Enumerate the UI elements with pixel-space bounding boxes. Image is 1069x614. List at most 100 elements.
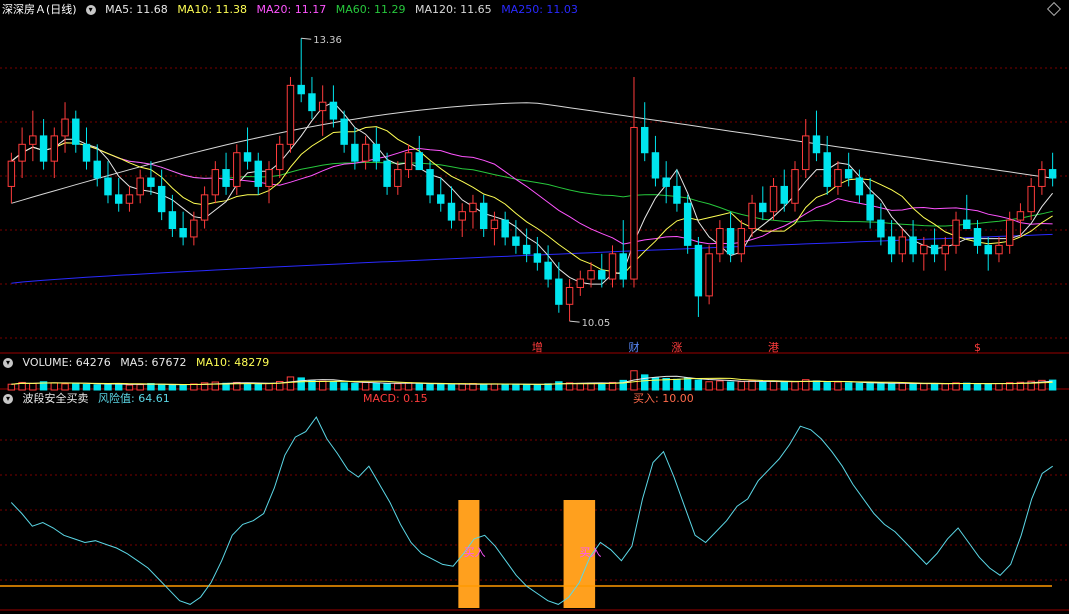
volume-bar — [286, 376, 295, 391]
candle-body — [211, 169, 220, 196]
candle-body — [39, 135, 48, 162]
candle-body — [372, 143, 381, 162]
volume-bar — [866, 382, 874, 391]
candle-body — [952, 219, 960, 246]
risk-value-line — [10, 416, 1053, 605]
volume-bar — [973, 383, 982, 391]
candle-body — [50, 135, 59, 162]
candle-body — [383, 160, 391, 187]
candle-body — [640, 126, 649, 154]
candle-body — [544, 261, 552, 280]
candle-body — [179, 228, 187, 238]
volume-bar — [254, 383, 262, 391]
volume-bar — [898, 382, 907, 391]
candle-body — [125, 194, 134, 204]
candle-body — [512, 236, 520, 246]
candle-body — [608, 253, 617, 280]
candle-body — [619, 253, 627, 280]
volume-bar — [673, 378, 681, 391]
candle-body — [920, 244, 928, 255]
volume-bar — [576, 382, 585, 391]
candle-body — [114, 194, 123, 204]
candle-body — [72, 118, 80, 145]
candle-body — [136, 177, 144, 196]
volume-bar — [694, 379, 703, 391]
volume-bar — [72, 382, 80, 391]
volume-bar — [82, 384, 91, 391]
candle-body — [265, 169, 273, 187]
candle-body — [866, 194, 874, 221]
event-label: 财 — [628, 340, 639, 354]
candle-body — [941, 244, 950, 255]
candle-body — [791, 169, 799, 204]
candle-body — [823, 152, 831, 187]
candle-body — [276, 143, 284, 171]
candle-body — [351, 143, 359, 162]
volume-bar — [265, 383, 273, 391]
event-label: 涨 — [671, 341, 682, 354]
candle-body — [297, 84, 305, 95]
buy-signal-label: 买入 — [464, 546, 486, 559]
volume-bar — [984, 383, 992, 391]
candle-body — [973, 228, 982, 246]
volume-bar — [179, 384, 187, 391]
volume-bar — [780, 381, 788, 391]
candle-body — [587, 270, 595, 280]
candle-body — [855, 177, 864, 196]
candle-body — [887, 236, 896, 255]
volume-bar — [522, 383, 531, 391]
low-price-label: 10.05 — [582, 318, 611, 329]
candle-body — [1038, 169, 1046, 187]
candle-body — [705, 253, 713, 297]
candle-body — [243, 152, 252, 162]
volume-bar — [887, 382, 896, 391]
volume-bar — [415, 382, 424, 391]
volume-bar — [769, 380, 778, 391]
candle-body — [877, 219, 885, 238]
candle-body — [834, 169, 842, 187]
candle-body — [726, 228, 735, 255]
candle-body — [404, 152, 413, 171]
candle-body — [769, 185, 778, 213]
volume-bar — [61, 383, 69, 391]
candle-body — [200, 194, 209, 221]
candle-body — [630, 126, 638, 280]
volume-bar — [834, 381, 842, 391]
candle-body — [1016, 211, 1025, 221]
candle-body — [490, 219, 499, 230]
event-label: 增 — [532, 340, 543, 354]
volume-bar — [759, 381, 767, 391]
candle-body — [286, 84, 295, 145]
candle-body — [716, 228, 724, 255]
volume-bar — [726, 381, 735, 391]
volume-bar — [909, 383, 917, 391]
candle-body — [447, 202, 456, 221]
candle-body — [1048, 169, 1057, 179]
candle-body — [7, 160, 16, 187]
volume-bar — [823, 382, 831, 391]
candle-body — [694, 244, 703, 297]
candle-body — [1005, 219, 1014, 246]
volume-bar — [555, 381, 563, 391]
candle-body — [361, 143, 370, 162]
volume-bar — [361, 381, 370, 391]
volume-bar — [297, 377, 305, 391]
volume-bar — [404, 382, 413, 391]
candle-body — [984, 244, 992, 255]
candle-body — [930, 244, 939, 255]
stock-chart[interactable]: 13.3610.05增财涨港$预买入买入 — [0, 0, 1069, 614]
volume-bar — [963, 382, 971, 391]
volume-bar — [447, 384, 456, 391]
volume-bar — [844, 382, 853, 391]
ma250-line — [11, 233, 1053, 284]
candle-body — [737, 228, 746, 255]
volume-bar — [394, 383, 402, 391]
candle-body — [963, 219, 971, 230]
candle-body — [802, 135, 810, 171]
candle-body — [909, 236, 917, 255]
candle-body — [662, 177, 670, 187]
candle-body — [1027, 185, 1035, 213]
candle-body — [576, 278, 585, 288]
candle-body — [190, 219, 198, 238]
volume-bar — [426, 383, 434, 391]
